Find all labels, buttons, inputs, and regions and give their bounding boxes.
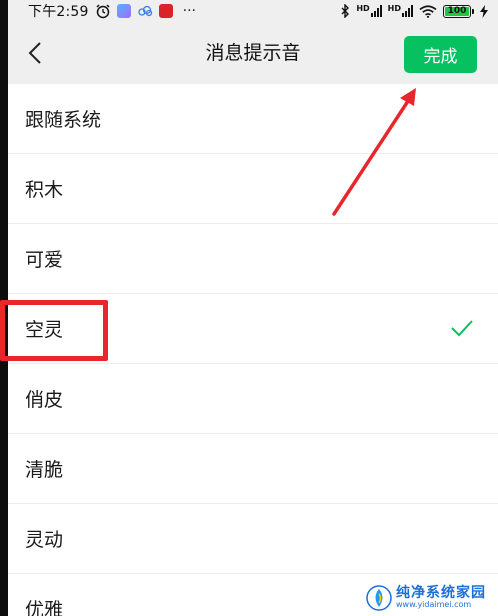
wifi-icon bbox=[419, 4, 437, 18]
bluetooth-icon bbox=[341, 4, 350, 18]
signal-bars-icon bbox=[370, 5, 382, 17]
cloud-app-icon bbox=[137, 5, 152, 17]
back-button[interactable] bbox=[20, 38, 50, 68]
watermark-text: 纯净系统家园 www.yidaimei.com bbox=[396, 586, 486, 609]
ringtone-item[interactable]: 俏皮 bbox=[8, 364, 498, 434]
done-button[interactable]: 完成 bbox=[404, 36, 477, 73]
status-notification-icons: ··· bbox=[95, 3, 196, 19]
status-bar: 下午2:59 ··· HD HD 100 bbox=[8, 0, 498, 22]
nav-header: 消息提示音 完成 bbox=[8, 22, 498, 84]
chevron-left-icon bbox=[28, 42, 41, 64]
status-system-icons: HD HD 100 bbox=[340, 4, 488, 18]
signal-bars-icon bbox=[402, 5, 413, 17]
watermark-url: www.yidaimei.com bbox=[396, 600, 472, 610]
app-notification-icon-2 bbox=[158, 4, 173, 18]
ringtone-item[interactable]: 灵动 bbox=[8, 504, 498, 574]
signal-hd-2: HD bbox=[388, 5, 413, 17]
ringtone-item[interactable]: 积木 bbox=[8, 154, 498, 224]
ringtone-label: 可爱 bbox=[25, 249, 64, 271]
more-notifications-indicator: ··· bbox=[182, 3, 196, 19]
check-icon bbox=[451, 320, 473, 337]
ringtone-item[interactable]: 清脆 bbox=[8, 434, 498, 504]
alarm-icon bbox=[96, 4, 110, 19]
ringtone-item[interactable]: 跟随系统 bbox=[8, 84, 498, 154]
status-time: 下午2:59 bbox=[28, 4, 89, 20]
ringtone-label: 跟随系统 bbox=[25, 109, 102, 131]
app-notification-icon-1 bbox=[116, 4, 131, 18]
battery-indicator: 100 bbox=[443, 4, 474, 18]
charging-icon bbox=[480, 4, 488, 18]
ringtone-label: 清脆 bbox=[25, 459, 64, 481]
ringtone-label: 积木 bbox=[25, 179, 64, 201]
ringtone-item[interactable]: 可爱 bbox=[8, 224, 498, 294]
ringtone-label: 优雅 bbox=[25, 599, 64, 616]
ringtone-label: 灵动 bbox=[25, 529, 64, 551]
ringtone-label: 俏皮 bbox=[25, 389, 64, 411]
signal-hd-1: HD bbox=[356, 5, 382, 17]
site-watermark: 纯净系统家园 www.yidaimei.com bbox=[366, 580, 498, 616]
annotation-highlight-box bbox=[0, 300, 108, 361]
watermark-logo-icon bbox=[366, 585, 392, 611]
watermark-name: 纯净系统家园 bbox=[396, 585, 486, 602]
